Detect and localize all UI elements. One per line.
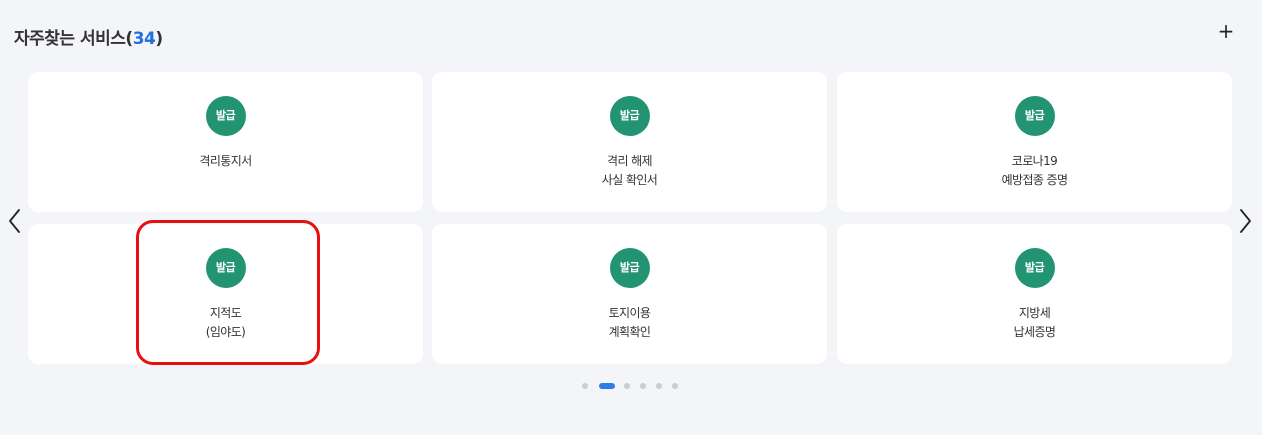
section-title: 자주찾는 서비스(34) — [14, 24, 163, 49]
service-card-cadastral-map[interactable]: 발급 지적도 (임야도) — [28, 224, 423, 364]
plus-icon[interactable]: + — [1216, 20, 1236, 42]
chevron-right-icon[interactable] — [1236, 207, 1256, 235]
section-title-text: 자주찾는 서비스 — [14, 29, 126, 49]
service-card-land-use-plan[interactable]: 발급 토지이용 계획확인 — [432, 224, 827, 364]
service-card-label-line: 지적도 — [209, 306, 242, 320]
service-card-label: 지방세 납세증명 — [837, 304, 1232, 342]
service-card-label: 토지이용 계획확인 — [432, 304, 827, 342]
issue-badge: 발급 — [205, 248, 246, 288]
issue-badge: 발급 — [609, 248, 650, 288]
frequent-services-panel: 자주찾는 서비스(34) + 발급 격리통지서 발급 격리 해제 사실 확인서 … — [0, 0, 1262, 435]
service-card-quarantine-notice[interactable]: 발급 격리통지서 — [28, 72, 423, 212]
service-card-label-line: 계획확인 — [608, 325, 651, 339]
service-card-label: 격리 해제 사실 확인서 — [432, 152, 827, 190]
issue-badge: 발급 — [1014, 248, 1055, 288]
service-card-label-line: 토지이용 — [608, 306, 651, 320]
pagination-dot[interactable] — [672, 383, 678, 389]
service-card-covid-vaccination[interactable]: 발급 코로나19 예방접종 증명 — [837, 72, 1232, 212]
service-card-label-line: 격리통지서 — [199, 154, 252, 168]
service-card-label: 코로나19 예방접종 증명 — [837, 152, 1232, 190]
service-card-label-line: 사실 확인서 — [601, 173, 658, 187]
issue-badge: 발급 — [609, 96, 650, 136]
service-card-label-line: 격리 해제 — [607, 154, 653, 168]
count-open-paren: ( — [125, 29, 133, 49]
pagination-dot[interactable] — [656, 383, 662, 389]
service-count: 34 — [132, 29, 156, 49]
service-card-label-line: 지방세 — [1018, 306, 1051, 320]
pagination-dot[interactable] — [624, 383, 630, 389]
service-card-label-line: (임야도) — [205, 325, 246, 339]
service-card-quarantine-release[interactable]: 발급 격리 해제 사실 확인서 — [432, 72, 827, 212]
service-card-local-tax-certificate[interactable]: 발급 지방세 납세증명 — [837, 224, 1232, 364]
service-card-label-line: 예방접종 증명 — [1001, 173, 1068, 187]
service-card-label: 지적도 (임야도) — [28, 304, 423, 342]
chevron-left-icon[interactable] — [5, 207, 25, 235]
service-card-label-line: 코로나19 — [1011, 154, 1058, 168]
count-close-paren: ) — [155, 29, 163, 49]
pagination-dot[interactable] — [640, 383, 646, 389]
pagination-dot[interactable] — [582, 383, 588, 389]
issue-badge: 발급 — [205, 96, 246, 136]
issue-badge: 발급 — [1014, 96, 1055, 136]
pagination-dot[interactable] — [599, 383, 615, 389]
service-card-label: 격리통지서 — [28, 152, 423, 171]
service-card-label-line: 납세증명 — [1013, 325, 1056, 339]
